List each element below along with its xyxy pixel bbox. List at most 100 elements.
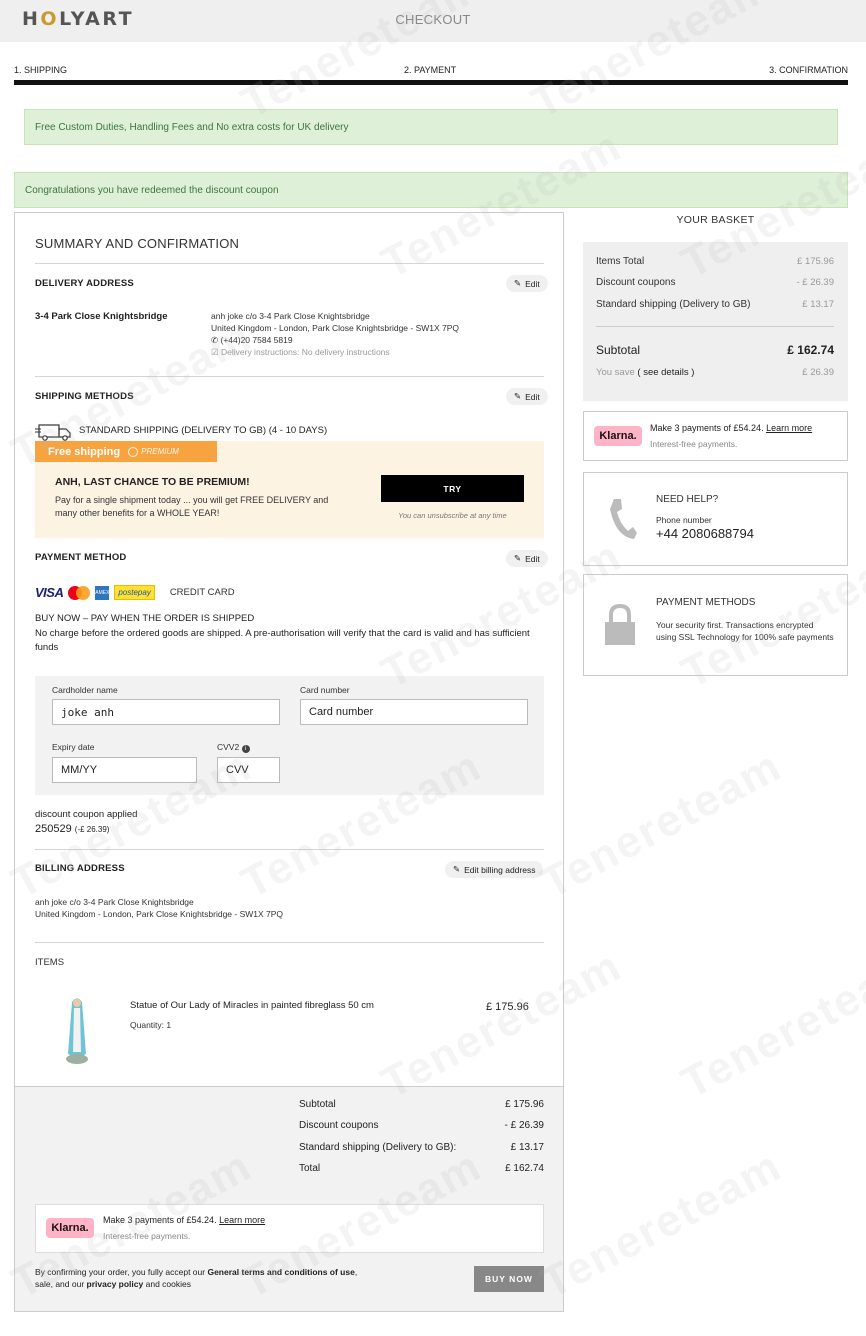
billing-line1: anh joke c/o 3-4 Park Close Knightsbridg… [35, 897, 194, 907]
premium-icon [128, 446, 139, 457]
buy-now-title: BUY NOW – PAY WHEN THE ORDER IS SHIPPED [35, 613, 255, 624]
page-title: CHECKOUT [395, 12, 471, 27]
premium-promo: Free shipping PREMIUM ANH, LAST CHANCE T… [35, 441, 544, 538]
delivery-heading: DELIVERY ADDRESS [35, 278, 134, 289]
phone-icon: ✆ [211, 335, 219, 345]
cardholder-input[interactable]: joke anh [52, 699, 280, 725]
klarna-sub: Interest-free payments. [103, 1231, 191, 1241]
delivery-line2: United Kingdom - London, Park Close Knig… [211, 323, 460, 333]
security-title: PAYMENT METHODS [656, 597, 756, 608]
basket-discount: Discount coupons - £ 26.39 [596, 277, 834, 288]
item-price: £ 175.96 [486, 1001, 529, 1013]
totals-subtotal: Subtotal £ 175.96 [299, 1099, 544, 1110]
privacy-link[interactable]: privacy policy [87, 1279, 144, 1289]
item-quantity: Quantity: 1 [130, 1020, 172, 1030]
unsubscribe-note: You can unsubscribe at any time [398, 511, 507, 520]
premium-body: Pay for a single shipment today ... you … [55, 495, 329, 518]
step-shipping: 1. SHIPPING [14, 65, 68, 75]
coupon-alert: Congratulations you have redeemed the di… [14, 172, 848, 208]
watermark: Tenereteam [533, 1141, 790, 1309]
totals-discount: Discount coupons - £ 26.39 [299, 1120, 544, 1131]
basket-summary: Items Total £ 175.96 Discount coupons - £ … [583, 242, 848, 401]
items-heading: ITEMS [35, 957, 65, 968]
summary-title: SUMMARY AND CONFIRMATION [35, 236, 240, 251]
card-number-input[interactable]: Card number [300, 699, 528, 725]
klarna-banner: Klarna. Make 3 payments of £54.24. Learn… [35, 1204, 544, 1253]
visa-logo: VISA [35, 585, 64, 600]
cardholder-label: Cardholder name [52, 685, 118, 695]
security-text: Your security first. Transactions encryp… [656, 620, 834, 642]
basket-items-total: Items Total £ 175.96 [596, 256, 834, 267]
madonna-statue-image[interactable] [60, 996, 94, 1066]
watermark: Tenereteam [533, 741, 790, 909]
uk-delivery-alert: Free Custom Duties, Handling Fees and No… [24, 109, 838, 145]
klarna-logo: Klarna. [46, 1218, 94, 1238]
payment-method-label: CREDIT CARD [169, 587, 235, 598]
item-name[interactable]: Statue of Our Lady of Miracles in painte… [130, 1000, 410, 1011]
cvv-label: CVV2 i [217, 742, 250, 753]
payment-heading: PAYMENT METHOD [35, 552, 127, 563]
progress-bar [14, 80, 848, 85]
card-number-label: Card number [300, 685, 350, 695]
cvv-input[interactable]: CVV [217, 757, 280, 783]
phone-number[interactable]: +44 2080688794 [656, 526, 754, 541]
note-icon: ☑ [211, 347, 219, 357]
klarna-learn-more-link[interactable]: Learn more [219, 1215, 265, 1225]
help-title: NEED HELP? [656, 494, 719, 505]
phone-label: Phone number [656, 515, 712, 525]
divider [35, 263, 544, 264]
pencil-icon: ✎ [453, 864, 461, 874]
card-logos: VISA AMEX postepay CREDIT CARD [35, 585, 235, 600]
coupon-applied: 250529 (-£ 26.39) [35, 823, 109, 835]
truck-icon [35, 424, 71, 441]
expiry-input[interactable]: MM/YY [52, 757, 197, 783]
try-premium-button[interactable]: TRY [381, 475, 524, 502]
step-confirmation: 3. CONFIRMATION [769, 65, 848, 75]
side-klarna-learn-more-link[interactable]: Learn more [766, 423, 812, 433]
buy-now-button[interactable]: BUY NOW [474, 1266, 544, 1292]
security-box: PAYMENT METHODS Your security first. Tra… [583, 574, 848, 676]
mastercard-logo [68, 585, 91, 600]
divider [596, 326, 834, 327]
terms-link[interactable]: General terms and conditions of use [207, 1267, 354, 1277]
basket-savings: You save ( see details ) £ 26.39 [596, 367, 834, 378]
card-form: Cardholder name joke anh Card number Car… [35, 676, 544, 795]
divider [35, 942, 544, 943]
step-payment: 2. PAYMENT [404, 65, 457, 75]
premium-headline: ANH, LAST CHANCE TO BE PREMIUM! [55, 476, 250, 488]
basket-subtotal: Subtotal £ 162.74 [596, 343, 834, 357]
amex-logo: AMEX [95, 585, 109, 600]
terms-text: By confirming your order, you fully acce… [35, 1267, 358, 1289]
coupon-code: 250529 [35, 823, 72, 835]
divider [35, 849, 544, 850]
see-details-link[interactable]: ( see details ) [637, 367, 694, 378]
phone-handset-icon [610, 499, 637, 539]
padlock-icon [605, 603, 635, 645]
buy-now-desc: No charge before the ordered goods are s… [35, 628, 530, 653]
edit-shipping-button[interactable]: ✎ Edit [506, 388, 548, 405]
expiry-label: Expiry date [52, 742, 95, 752]
postepay-logo: postepay [114, 585, 155, 600]
delivery-line1: anh joke c/o 3-4 Park Close Knightsbridg… [211, 311, 370, 321]
coupon-label: discount coupon applied [35, 809, 138, 820]
pencil-icon: ✎ [514, 278, 522, 288]
premium-badge: PREMIUM [128, 446, 179, 457]
summary-panel: SUMMARY AND CONFIRMATION DELIVERY ADDRES… [14, 212, 564, 1312]
basket-shipping: Standard shipping (Delivery to GB) £ 13.1… [596, 299, 834, 310]
info-icon[interactable]: i [241, 745, 250, 753]
free-shipping-tag: Free shipping PREMIUM [35, 441, 217, 462]
watermark: Tenereteam [673, 941, 866, 1109]
side-klarna-text: Make 3 payments of £54.24. Learn more [650, 423, 813, 433]
shipping-method: STANDARD SHIPPING (DELIVERY TO GB) (4 - … [79, 425, 328, 436]
side-klarna-sub: Interest-free payments. [650, 439, 738, 449]
delivery-name: 3-4 Park Close Knightsbridge [35, 311, 168, 322]
divider [35, 376, 544, 377]
edit-delivery-button[interactable]: ✎ Edit [506, 275, 548, 292]
help-box: NEED HELP? Phone number +44 2080688794 [583, 472, 848, 566]
delivery-phone: ✆ (+44)20 7584 5819 [211, 335, 293, 345]
edit-payment-button[interactable]: ✎ Edit [506, 550, 548, 567]
totals-shipping: Standard shipping (Delivery to GB): £ 13.… [299, 1142, 544, 1153]
shipping-heading: SHIPPING METHODS [35, 391, 134, 402]
delivery-instructions: ☑ Delivery instructions: No delivery ins… [211, 347, 390, 357]
edit-billing-button[interactable]: ✎ Edit billing address [445, 861, 544, 878]
